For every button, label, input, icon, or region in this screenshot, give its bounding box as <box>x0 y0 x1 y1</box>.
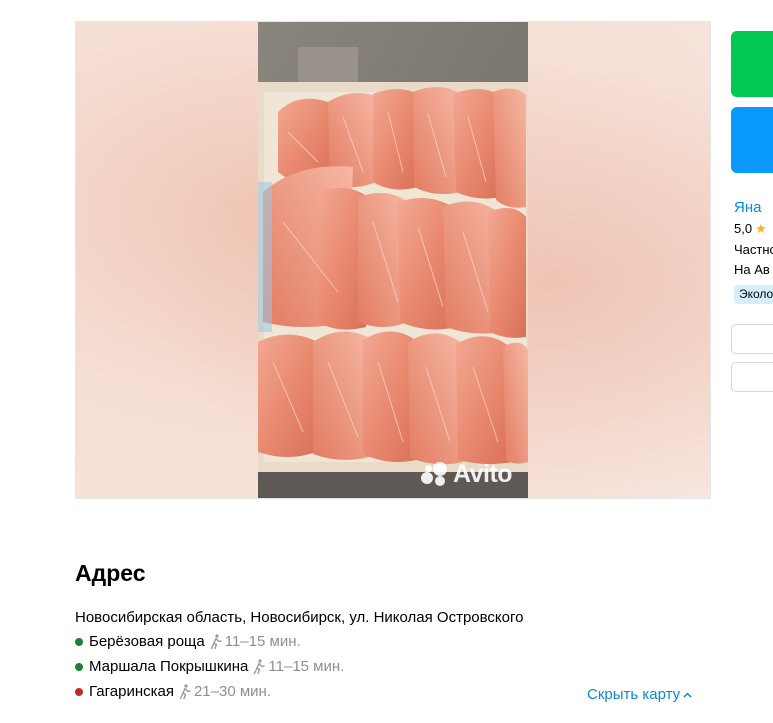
metro-line-dot-icon <box>75 637 83 646</box>
walk-time-text: 21–30 мин. <box>193 683 271 700</box>
metro-line-dot-icon <box>75 687 83 696</box>
avito-watermark: Avito <box>421 460 513 489</box>
chevron-up-icon <box>683 691 692 698</box>
avito-logo-icon <box>421 461 449 488</box>
hide-map-link[interactable]: Скрыть карту <box>587 686 692 703</box>
metro-station-name: Гагаринская <box>89 683 174 700</box>
walking-person-icon <box>254 659 266 674</box>
metro-line-dot-icon <box>75 662 83 671</box>
walk-time: 11–15 мин. <box>210 633 301 650</box>
metro-station-item: Берёзовая роща 11–15 мин. <box>75 633 301 650</box>
metro-station-item: Гагаринская 21–30 мин. <box>75 683 271 700</box>
sidebar-outline-button-1[interactable] <box>731 324 773 354</box>
photo-gallery[interactable]: Avito <box>75 21 711 499</box>
metro-station-name: Берёзовая роща <box>89 633 205 650</box>
fish-photo-illustration <box>258 22 528 498</box>
walk-time: 11–15 мин. <box>253 658 344 675</box>
walk-time: 21–30 мин. <box>179 683 271 700</box>
seller-since: На Ав <box>734 262 770 277</box>
metro-station-item: Маршала Покрышкина 11–15 мин. <box>75 658 344 675</box>
seller-type: Частно <box>734 242 773 257</box>
address-text: Новосибирская область, Новосибирск, ул. … <box>75 609 524 626</box>
seller-badge: Эколо <box>734 285 773 304</box>
star-icon: ★ <box>755 221 767 236</box>
hide-map-label: Скрыть карту <box>587 686 681 703</box>
walking-person-icon <box>179 684 191 699</box>
message-button[interactable] <box>731 107 773 173</box>
walking-person-icon <box>210 634 222 649</box>
avito-watermark-text: Avito <box>453 460 513 488</box>
seller-rating: 5,0 ★ <box>734 221 767 237</box>
listing-photo[interactable]: Avito <box>258 22 528 498</box>
metro-station-name: Маршала Покрышкина <box>89 658 249 675</box>
sidebar-outline-button-2[interactable] <box>731 362 773 392</box>
walk-time-text: 11–15 мин. <box>268 658 345 675</box>
seller-rating-value: 5,0 <box>734 221 753 236</box>
call-button[interactable] <box>731 31 773 97</box>
walk-time-text: 11–15 мин. <box>224 633 301 650</box>
address-heading: Адрес <box>75 560 146 586</box>
seller-name-link[interactable]: Яна <box>734 199 761 216</box>
